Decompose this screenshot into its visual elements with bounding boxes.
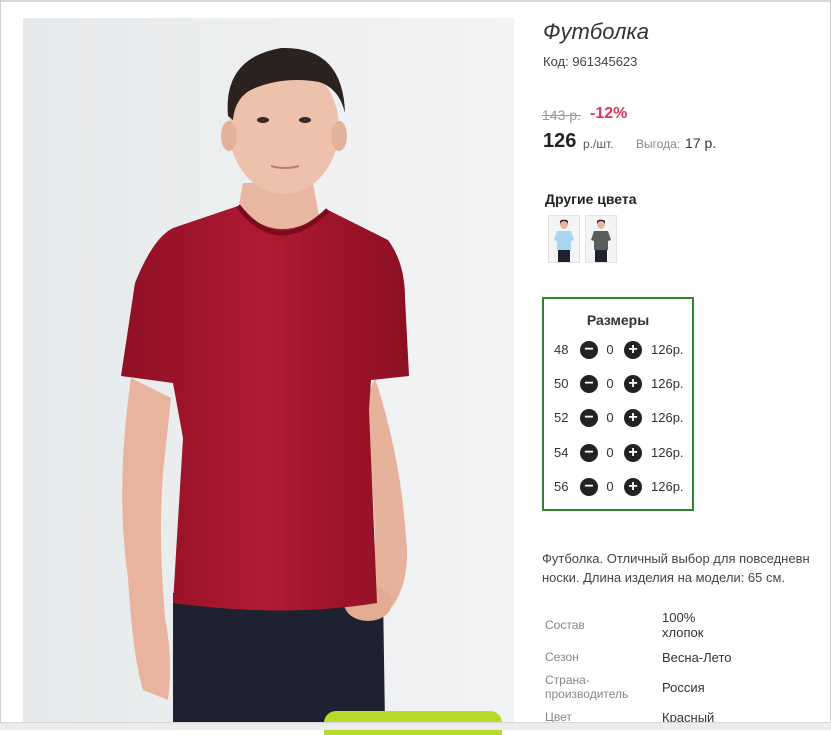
size-label: 50 <box>554 376 569 391</box>
attr-value-composition: 100% хлопок <box>662 610 703 640</box>
minus-circle-icon[interactable]: − <box>580 409 598 427</box>
attr-value-line: 100% <box>662 610 696 625</box>
quantity-value: 0 <box>606 445 614 460</box>
size-label: 54 <box>554 445 569 460</box>
attr-label-line: Страна- <box>545 673 590 687</box>
current-price: 126 <box>543 130 577 152</box>
model-illustration <box>23 18 514 724</box>
size-row: 52 − 0 + 126р. <box>544 408 694 428</box>
plus-circle-icon[interactable]: + <box>624 478 642 496</box>
size-label: 52 <box>554 410 569 425</box>
attr-label-line: производитель <box>545 687 629 701</box>
attr-value-season: Весна-Лето <box>662 650 732 665</box>
attr-label-composition: Состав <box>545 618 585 632</box>
quantity-value: 0 <box>606 479 614 494</box>
attr-value-country: Россия <box>662 680 705 695</box>
minus-circle-icon[interactable]: − <box>580 478 598 496</box>
grey-shirt-thumbnail <box>591 219 611 262</box>
sizes-title: Размеры <box>586 312 650 328</box>
discount-badge: -12% <box>590 105 628 122</box>
attr-label-season: Сезон <box>545 650 579 664</box>
minus-circle-icon[interactable]: − <box>580 341 598 359</box>
description-line: носки. Длина изделия на модели: 65 см. <box>542 570 786 585</box>
size-label: 48 <box>554 342 569 357</box>
plus-circle-icon[interactable]: + <box>624 375 642 393</box>
attr-label-country: Страна- производитель <box>545 673 628 701</box>
benefit-value: 17 р. <box>685 135 717 151</box>
description-line: Футболка. Отличный выбор для повседневн <box>542 551 810 566</box>
left-border <box>0 0 1 729</box>
sizes-panel: Размеры 48 − 0 + 126р. 50 − 0 + 126р. 52… <box>542 297 694 511</box>
quantity-value: 0 <box>606 342 614 357</box>
old-price: 143 р. <box>542 107 581 123</box>
quantity-value: 0 <box>606 410 614 425</box>
product-title: Футболка <box>543 19 649 44</box>
attr-value-line: хлопок <box>662 625 704 640</box>
other-colors-title: Другие цвета <box>545 191 637 207</box>
plus-circle-icon[interactable]: + <box>624 409 642 427</box>
plus-circle-icon[interactable]: + <box>624 341 642 359</box>
color-swatch-light-blue[interactable] <box>548 215 580 263</box>
minus-circle-icon[interactable]: − <box>580 375 598 393</box>
color-swatch-grey[interactable] <box>585 215 617 263</box>
benefit-label: Выгода: <box>636 137 681 151</box>
light-blue-shirt-thumbnail <box>554 219 574 262</box>
size-row: 50 − 0 + 126р. <box>544 374 694 394</box>
price-unit: р./шт. <box>583 137 614 151</box>
product-description: Футболка. Отличный выбор для повседневн … <box>542 549 831 587</box>
plus-circle-icon[interactable]: + <box>624 444 642 462</box>
size-row: 56 − 0 + 126р. <box>544 477 694 497</box>
size-row: 48 − 0 + 126р. <box>544 340 694 360</box>
size-price: 126р. <box>651 376 684 391</box>
size-row: 54 − 0 + 126р. <box>544 443 694 463</box>
size-price: 126р. <box>651 410 684 425</box>
size-price: 126р. <box>651 342 684 357</box>
quantity-value: 0 <box>606 376 614 391</box>
size-price: 126р. <box>651 445 684 460</box>
product-photo[interactable] <box>23 18 514 724</box>
top-divider <box>0 0 831 2</box>
size-price: 126р. <box>651 479 684 494</box>
minus-circle-icon[interactable]: − <box>580 444 598 462</box>
size-label: 56 <box>554 479 569 494</box>
product-code: Код: 961345623 <box>543 54 638 69</box>
